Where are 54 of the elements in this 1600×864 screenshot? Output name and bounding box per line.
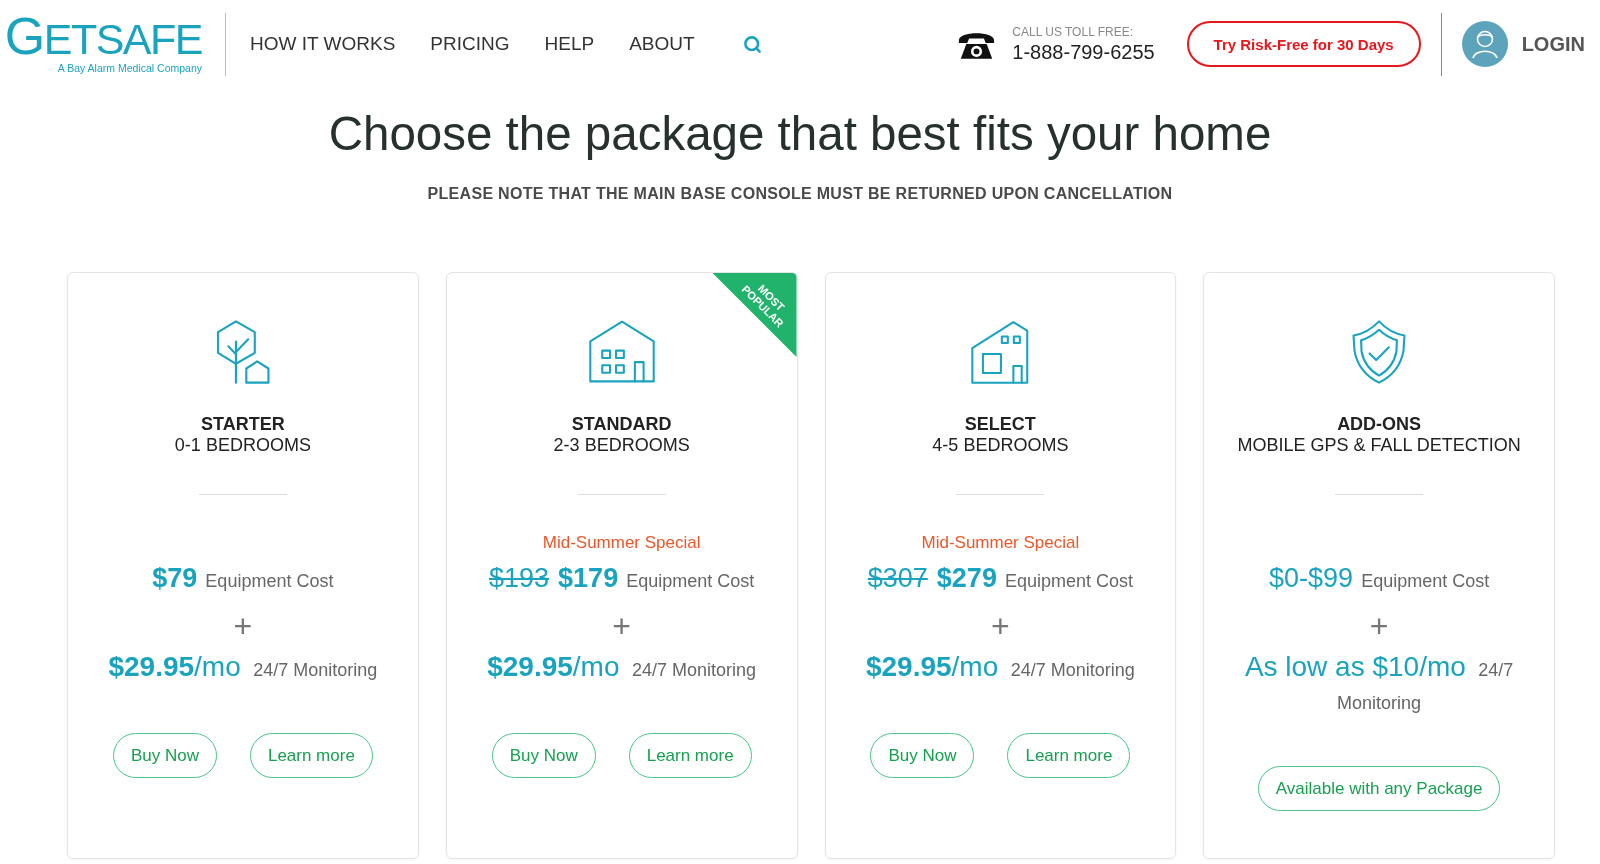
nav-link[interactable]: PRICING	[430, 33, 510, 55]
plus-sign: +	[612, 611, 631, 641]
price-caption: Equipment Cost	[1361, 571, 1490, 591]
monthly-price-line: $29.95/mo 24/7 Monitoring	[487, 651, 757, 684]
buy-now-button[interactable]: Buy Now	[112, 733, 217, 778]
package-subtitle: 0-1 BEDROOMS	[174, 435, 311, 456]
plus-sign: +	[991, 611, 1010, 641]
package-subtitle: 4-5 BEDROOMS	[932, 435, 1069, 456]
price-caption: Equipment Cost	[1004, 571, 1133, 591]
promo-label: Mid-Summer Special	[542, 533, 701, 553]
trial-button[interactable]: Try Risk-Free for 30 Days	[1186, 21, 1421, 67]
price-caption: Equipment Cost	[205, 571, 334, 591]
nav-link[interactable]: ABOUT	[629, 33, 695, 55]
learn-more-button[interactable]: Learn more	[1007, 733, 1131, 778]
nav-link[interactable]: HOW IT WORKS	[250, 33, 396, 55]
equipment-price: $279	[936, 563, 997, 593]
old-price: $193	[489, 563, 550, 593]
phone-number[interactable]: 1-888-799-6255	[1012, 39, 1155, 64]
page-title: Choose the package that best fits your home	[328, 107, 1272, 161]
package-name: STARTER	[201, 414, 285, 435]
learn-more-button[interactable]: Learn more	[249, 733, 373, 778]
package-name: STANDARD	[571, 414, 672, 435]
user-avatar-icon	[1461, 21, 1508, 67]
package-subtitle: 2-3 BEDROOMS	[553, 435, 690, 456]
monthly-price-line: $29.95/mo 24/7 Monitoring	[865, 651, 1135, 684]
cancellation-note: PLEASE NOTE THAT THE MAIN BASE CONSOLE MUST BE RETURNED UPON CANCELLATION	[427, 184, 1173, 204]
logo-tagline: A Bay Alarm Medical Company	[57, 62, 202, 74]
house-icon	[970, 319, 1031, 385]
learn-more-button[interactable]: Learn more	[628, 733, 752, 778]
plus-sign: +	[233, 611, 253, 641]
phone-caption: CALL US TOLL FREE:	[1012, 24, 1135, 40]
promo-label: Mid-Summer Special	[921, 533, 1080, 553]
price-caption: Equipment Cost	[626, 571, 755, 591]
logo-wordmark[interactable]: GETSAFE	[4, 14, 202, 61]
tree-house-icon	[214, 319, 271, 385]
shield-check-icon	[1351, 319, 1408, 385]
search-icon	[742, 34, 762, 54]
equipment-price: $0-$99	[1269, 563, 1354, 593]
package-name: ADD-ONS	[1337, 414, 1422, 435]
monthly-price-line: As low as $10/mo 24/7 Monitoring	[1243, 651, 1515, 715]
buy-now-button[interactable]: Buy Now	[491, 733, 596, 778]
equipment-price: $179	[558, 563, 619, 593]
buy-now-button[interactable]: Buy Now	[870, 733, 975, 778]
package-subtitle: MOBILE GPS & FALL DETECTION	[1237, 435, 1521, 456]
nav-link[interactable]: HELP	[544, 33, 595, 55]
search-button[interactable]	[742, 34, 762, 54]
package-name: SELECT	[964, 414, 1036, 435]
old-price: $307	[867, 563, 928, 593]
monthly-price-line: $29.95/mo 24/7 Monitoring	[108, 651, 378, 684]
house-icon	[587, 319, 656, 385]
package-addon-button[interactable]: Available with any Package	[1257, 766, 1501, 811]
plus-sign: +	[1369, 611, 1389, 641]
login-link[interactable]: LOGIN	[1461, 21, 1585, 67]
equipment-price: $79	[152, 563, 198, 593]
